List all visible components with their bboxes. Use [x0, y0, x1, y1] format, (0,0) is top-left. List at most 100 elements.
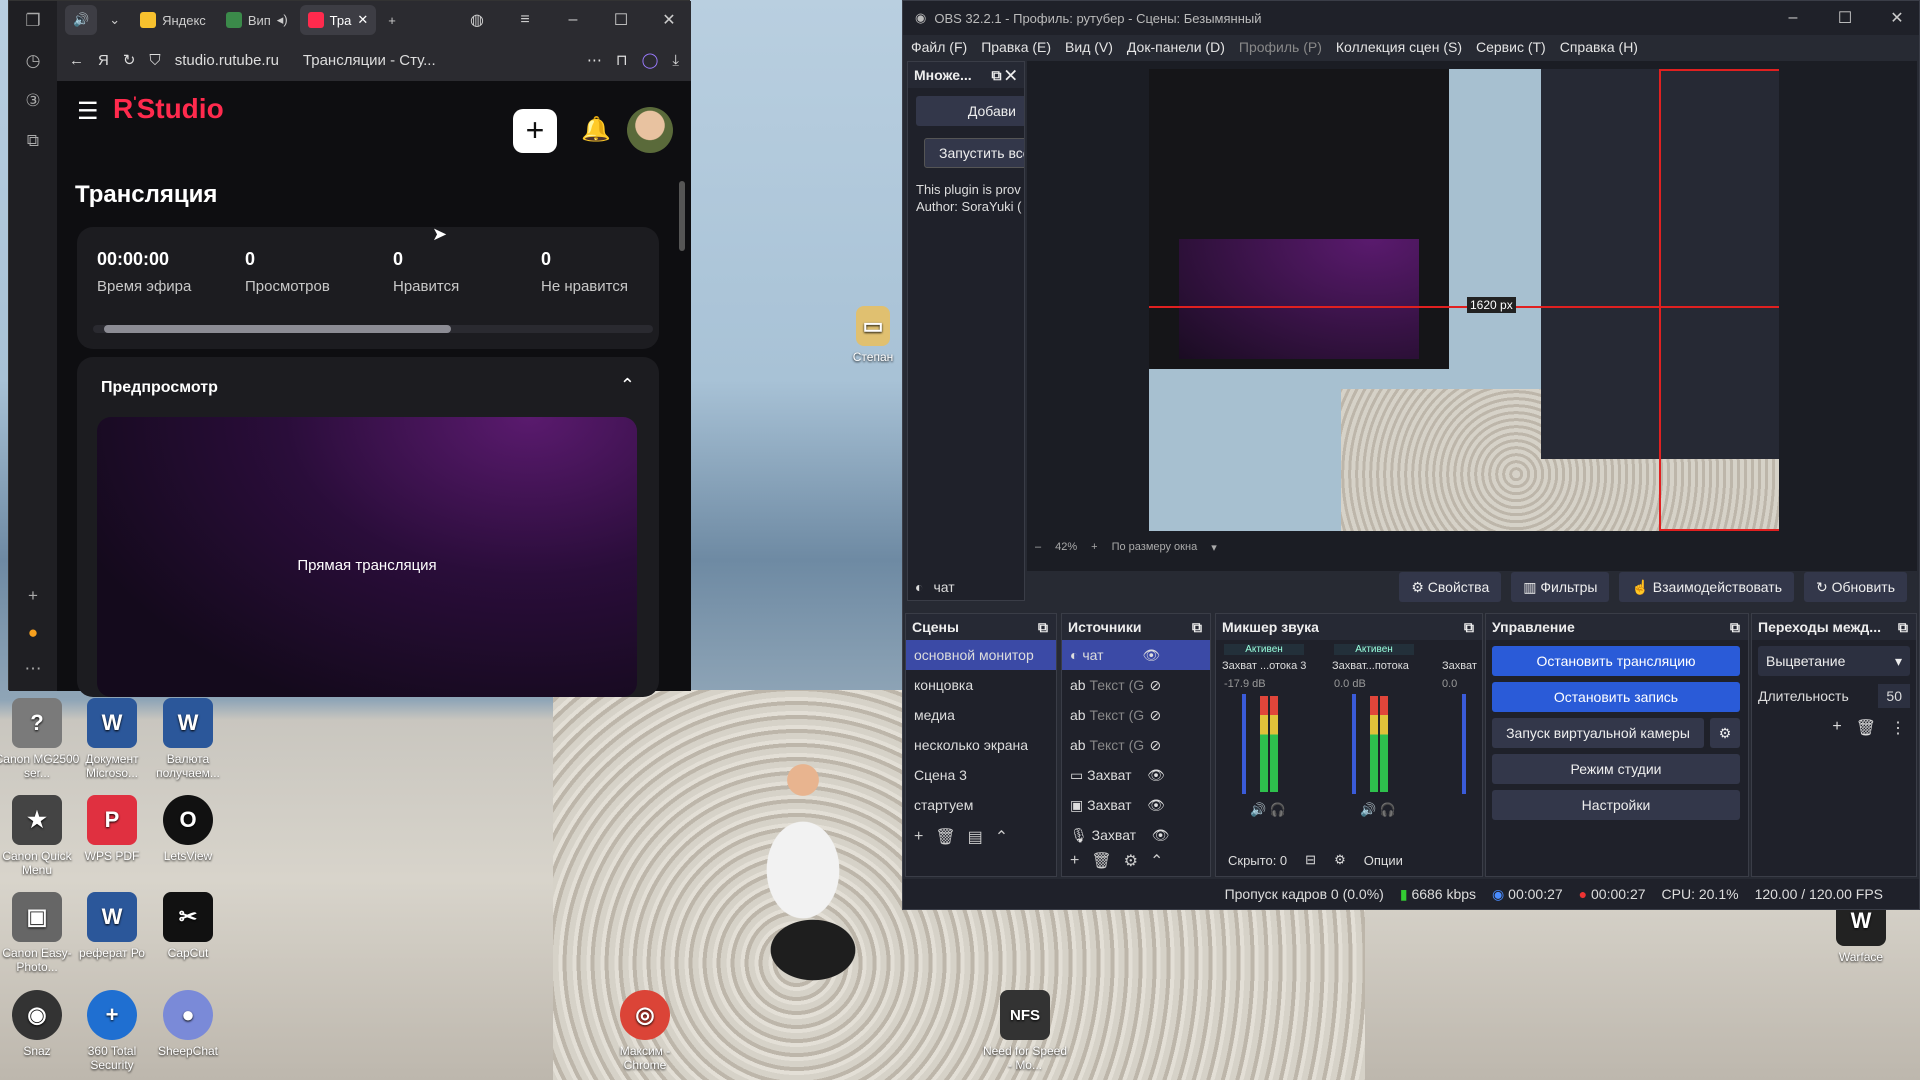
page-scrollbar[interactable]: [679, 181, 685, 251]
speaker-icon[interactable]: 🔊 🎧: [1250, 802, 1286, 818]
scene-item[interactable]: основной монитор: [906, 640, 1056, 670]
eye-icon[interactable]: 👁: [1147, 767, 1165, 784]
desktop-icon-letsview[interactable]: O LetsView: [143, 795, 233, 863]
menu-profile[interactable]: Профиль (P): [1239, 39, 1322, 55]
eye-hidden-icon[interactable]: ⊘: [1149, 707, 1161, 724]
volume-slider[interactable]: [1242, 694, 1246, 794]
trash-icon[interactable]: 🗑: [1091, 851, 1111, 871]
trash-icon[interactable]: 🗑: [935, 827, 955, 847]
scene-item[interactable]: концовка: [906, 670, 1056, 700]
transition-select[interactable]: Выцветание ▾: [1758, 646, 1910, 676]
desktop-icon-sheepchat[interactable]: ● SheepChat: [143, 990, 233, 1058]
rutube-logo[interactable]: R'Studio: [113, 93, 224, 125]
obs-close-button[interactable]: ✕: [1875, 8, 1919, 28]
add-target-button[interactable]: Добави: [916, 96, 1024, 126]
menu-scene-collection[interactable]: Коллекция сцен (S): [1336, 39, 1462, 55]
add-icon[interactable]: +: [914, 828, 923, 846]
preview-canvas[interactable]: 1620 px: [1149, 69, 1779, 531]
selected-source-box[interactable]: [1659, 69, 1779, 531]
interact-button[interactable]: ☝ Взаимодействовать: [1619, 572, 1794, 602]
stop-stream-button[interactable]: Остановить трансляцию: [1492, 646, 1740, 676]
float-icon[interactable]: ⧉ ✕: [991, 67, 1016, 84]
studio-mode-button[interactable]: Режим студии: [1492, 754, 1740, 784]
profile-icon[interactable]: ◍: [455, 10, 499, 30]
gear-icon[interactable]: ⚙: [1124, 851, 1138, 871]
create-button[interactable]: +: [513, 109, 557, 153]
undock-icon[interactable]: ⧉: [1730, 619, 1740, 636]
add-icon[interactable]: +: [9, 576, 57, 616]
tab-list-button[interactable]: ⌄: [101, 5, 128, 35]
history-icon[interactable]: ◷: [9, 41, 57, 81]
chevron-down-icon[interactable]: ▾: [1211, 541, 1217, 554]
scene-item[interactable]: стартуем: [906, 790, 1056, 820]
more-icon[interactable]: ⋮: [1890, 718, 1906, 738]
menu-file[interactable]: Файл (F): [911, 39, 967, 55]
chevron-up-icon[interactable]: ⌃: [1150, 851, 1163, 871]
zoom-in-icon[interactable]: +: [1091, 541, 1097, 554]
tabs-icon[interactable]: ❐: [9, 1, 57, 41]
close-button[interactable]: ✕: [647, 10, 691, 30]
desktop-icon-chrome[interactable]: ◎ Максим - Chrome: [600, 990, 690, 1072]
add-icon[interactable]: +: [1070, 852, 1079, 870]
more-dots-icon[interactable]: ⋯: [587, 51, 602, 69]
obs-maximize-button[interactable]: ☐: [1823, 8, 1867, 28]
new-tab-button[interactable]: +: [380, 5, 404, 35]
source-item[interactable]: ▭ Захват 👁: [1062, 760, 1210, 790]
properties-button[interactable]: ⚙ Свойства: [1399, 572, 1502, 602]
duration-input[interactable]: 50: [1878, 684, 1910, 708]
screenshot-icon[interactable]: ⧉: [9, 121, 57, 161]
filters-button[interactable]: ▥ Фильтры: [1511, 572, 1610, 602]
menu-view[interactable]: Вид (V): [1065, 39, 1113, 55]
mute-button[interactable]: 🔊: [65, 5, 98, 35]
bookmark-icon[interactable]: ⊓: [616, 51, 628, 69]
menu-help[interactable]: Справка (H): [1560, 39, 1638, 55]
volume-slider[interactable]: [1352, 694, 1356, 794]
scene-item[interactable]: медиа: [906, 700, 1056, 730]
minimize-button[interactable]: –: [551, 11, 595, 29]
advanced-audio-icon[interactable]: ⚙: [1334, 852, 1346, 868]
source-item[interactable]: ▣ Захват 👁: [1062, 790, 1210, 820]
desktop-icon-capcut[interactable]: ✂ CapCut: [143, 892, 233, 960]
scene-item[interactable]: Сцена 3: [906, 760, 1056, 790]
obs-preview-area[interactable]: 1620 px – 42% + По размеру окна ▾: [1027, 61, 1917, 571]
alice-icon[interactable]: ●: [9, 613, 57, 653]
trash-icon[interactable]: 🗑: [1856, 718, 1876, 738]
eye-icon[interactable]: 👁: [1147, 797, 1165, 814]
close-tab-icon[interactable]: ✕: [357, 12, 368, 28]
stats-scrollbar[interactable]: [93, 325, 653, 333]
undock-icon[interactable]: ⧉: [1038, 619, 1048, 636]
start-all-button[interactable]: Запустить все: [924, 138, 1024, 168]
layout-icon[interactable]: ⊟: [1305, 852, 1316, 868]
options-button[interactable]: Опции: [1364, 853, 1403, 868]
virtual-camera-button[interactable]: Запуск виртуальной камеры: [1492, 718, 1704, 748]
hamburger-icon[interactable]: ☰: [77, 97, 99, 126]
zoom-out-icon[interactable]: –: [1035, 541, 1041, 554]
menu-tools[interactable]: Сервис (T): [1476, 39, 1546, 55]
desktop-icon-valuta[interactable]: W Валюта получаем...: [143, 698, 233, 780]
zoom-mode[interactable]: По размеру окна: [1112, 541, 1198, 554]
volume-slider[interactable]: [1462, 694, 1466, 794]
download-icon[interactable]: ⤓: [672, 52, 679, 69]
counter-icon[interactable]: ③: [9, 81, 57, 121]
add-icon[interactable]: +: [1832, 718, 1841, 738]
settings-button[interactable]: Настройки: [1492, 790, 1740, 820]
preview-player[interactable]: Прямая трансляция: [97, 417, 637, 697]
eye-hidden-icon[interactable]: ⊘: [1149, 737, 1161, 754]
source-item[interactable]: ab Текст (G ⊘: [1062, 730, 1210, 760]
menu-icon[interactable]: ≡: [503, 11, 547, 29]
source-item[interactable]: ◐ чат 👁: [1062, 640, 1210, 670]
eye-hidden-icon[interactable]: ⊘: [1149, 677, 1161, 694]
yandex-logo-icon[interactable]: Я: [98, 52, 109, 69]
gear-icon[interactable]: ⚙: [1710, 718, 1740, 748]
undock-icon[interactable]: ⧉: [1192, 619, 1202, 636]
menu-docks[interactable]: Док-панели (D): [1127, 39, 1225, 55]
bell-icon[interactable]: 🔔: [581, 115, 611, 144]
reload-icon[interactable]: ↻: [123, 51, 136, 69]
tab-yandex[interactable]: Яндекс: [132, 5, 214, 35]
eye-icon[interactable]: 👁: [1152, 827, 1170, 844]
tab-vip[interactable]: Вип ◂): [218, 5, 296, 35]
more-icon[interactable]: ⋯: [9, 649, 57, 689]
undock-icon[interactable]: ⧉: [1464, 619, 1474, 636]
undock-icon[interactable]: ⧉: [1898, 619, 1908, 636]
source-item[interactable]: ab Текст (G ⊘: [1062, 670, 1210, 700]
